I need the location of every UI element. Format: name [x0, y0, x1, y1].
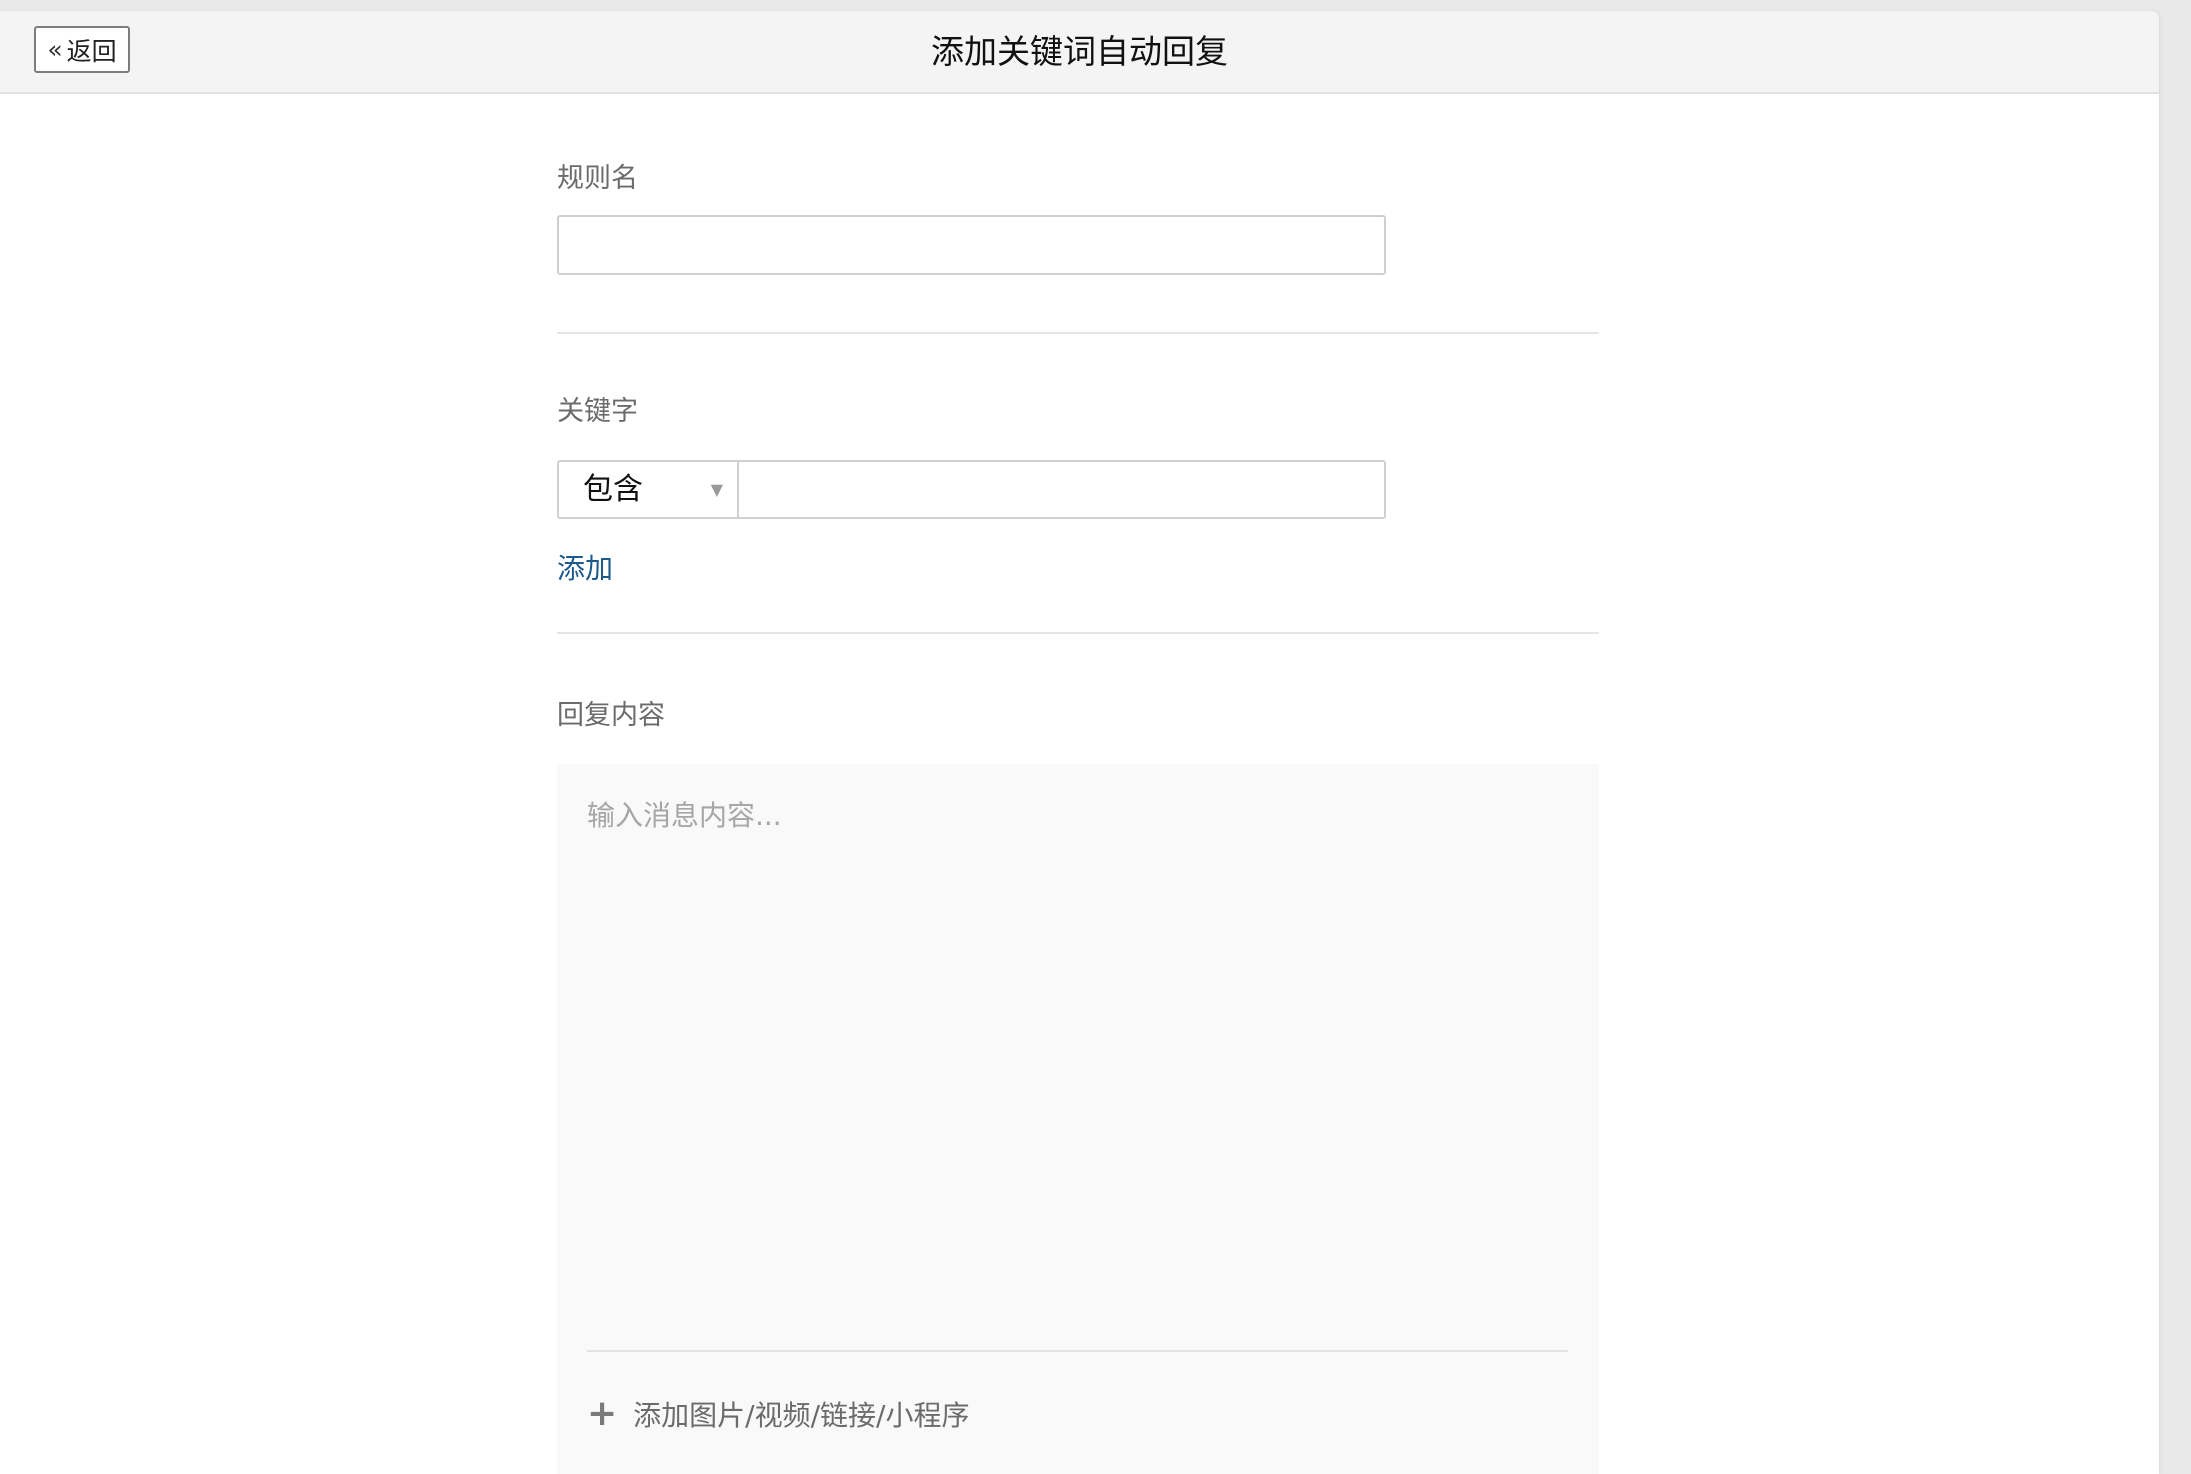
add-keyword-link[interactable]: 添加 — [557, 547, 613, 587]
add-media-label: 添加图片/视频/链接/小程序 — [633, 1399, 970, 1432]
triangle-down-icon: ▼ — [710, 480, 723, 499]
reply-content-label: 回复内容 — [557, 700, 665, 731]
page-background: « 返回 添加关键词自动回复 规则名 关键字 包含 ▼ 添加 回复内容 输入消息… — [0, 0, 2191, 1474]
top-bar: « 返回 添加关键词自动回复 — [0, 11, 2159, 94]
back-button-label: 返回 — [66, 36, 117, 66]
section-divider — [557, 632, 1599, 634]
main-panel: « 返回 添加关键词自动回复 规则名 关键字 包含 ▼ 添加 回复内容 输入消息… — [0, 11, 2159, 1474]
double-chevron-left-icon: « — [47, 35, 63, 64]
rule-name-input[interactable] — [557, 215, 1386, 275]
back-button[interactable]: « 返回 — [34, 26, 130, 73]
add-media-button[interactable]: + 添加图片/视频/链接/小程序 — [587, 1394, 969, 1434]
rule-name-label: 规则名 — [557, 163, 638, 194]
keyword-input[interactable] — [737, 460, 1386, 519]
keyword-label: 关键字 — [557, 396, 638, 427]
section-divider — [557, 332, 1599, 334]
match-type-value: 包含 — [583, 472, 643, 507]
reply-placeholder: 输入消息内容... — [587, 799, 782, 832]
plus-icon: + — [587, 1393, 618, 1434]
match-type-select[interactable]: 包含 ▼ — [557, 460, 739, 519]
reply-divider — [587, 1350, 1568, 1352]
page-title: 添加关键词自动回复 — [931, 32, 1228, 71]
reply-editor[interactable]: 输入消息内容... + 添加图片/视频/链接/小程序 — [557, 764, 1599, 1474]
